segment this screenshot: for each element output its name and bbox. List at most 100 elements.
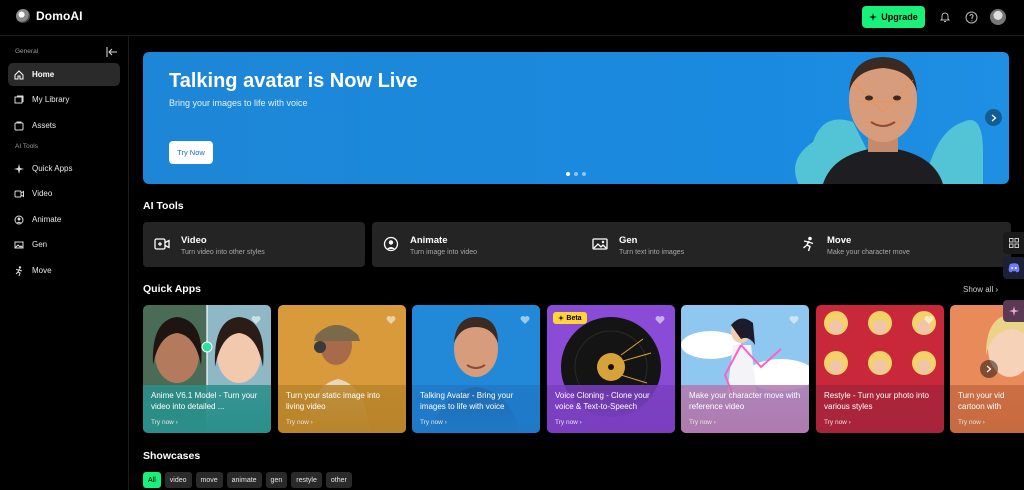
try-now-link[interactable]: Try now › [958, 419, 985, 426]
quick-apps-heading: Quick Apps [143, 283, 201, 295]
quick-app-card-anime[interactable]: Anime V6.1 Model - Turn your video into … [143, 305, 271, 433]
sidebar-item-label: Quick Apps [32, 164, 73, 173]
show-all-label: Show all [963, 285, 994, 294]
card-title: Turn your vid cartoon with [958, 391, 1005, 411]
card-title: Talking Avatar - Bring your images to li… [420, 391, 514, 411]
sidebar-item-gen[interactable]: Gen [8, 233, 120, 256]
favorite-icon[interactable] [520, 315, 530, 325]
chevron-right-icon [986, 365, 992, 373]
try-now-link[interactable]: Try now › [286, 419, 313, 426]
filter-chip-gen[interactable]: gen [265, 472, 288, 488]
domoai-logo-icon [16, 9, 30, 23]
sidebar-item-label: My Library [32, 95, 70, 104]
tool-title: Move [827, 235, 852, 246]
ai-tools-heading: AI Tools [143, 200, 184, 212]
try-now-link[interactable]: Try now › [151, 419, 178, 426]
try-now-link[interactable]: Try now › [689, 419, 716, 426]
sidebar-item-quick-apps[interactable]: Quick Apps [8, 157, 120, 180]
quick-app-card-move-character[interactable]: Make your character move with reference … [681, 305, 809, 433]
video-icon [154, 238, 170, 250]
magic-icon [1008, 306, 1019, 316]
tool-subtitle: Turn video into other styles [181, 249, 265, 256]
sidebar-item-move[interactable]: Move [8, 259, 120, 282]
user-avatar[interactable] [990, 9, 1006, 25]
try-now-button[interactable]: Try Now [169, 141, 213, 164]
favorite-icon[interactable] [386, 315, 396, 325]
banner-pagination [566, 172, 586, 176]
filter-chip-all[interactable]: All [143, 472, 161, 488]
beta-label: Beta [566, 314, 582, 322]
video-icon [14, 190, 24, 197]
quick-app-card-image-to-video[interactable]: Turn your static image into living video… [278, 305, 406, 433]
favorite-icon[interactable] [924, 315, 934, 325]
try-now-link[interactable]: Try now › [555, 419, 582, 426]
quick-apps-next-button[interactable] [980, 360, 998, 378]
tool-card-gen[interactable]: Gen Turn text into images [581, 222, 803, 267]
tool-card-move[interactable]: Move Make your character move [789, 222, 1011, 267]
card-footer: Restyle - Turn your photo into various s… [816, 385, 944, 433]
filter-chip-move[interactable]: move [195, 472, 223, 488]
apps-grid-button[interactable] [1003, 232, 1024, 254]
sidebar-item-label: Animate [32, 215, 62, 224]
try-now-label: Try now [555, 419, 578, 426]
tool-subtitle: Turn image into video [410, 249, 478, 256]
pagination-dot[interactable] [582, 172, 586, 176]
sidebar-item-label: Gen [32, 240, 48, 249]
tool-title: Gen [619, 235, 638, 246]
animate-icon [14, 215, 24, 224]
sidebar-item-label: Move [32, 266, 52, 275]
tool-card-video[interactable]: Video Turn video into other styles [143, 222, 365, 267]
general-section-label: General [15, 48, 39, 55]
sidebar-item-video[interactable]: Video [8, 182, 120, 205]
card-footer: Anime V6.1 Model - Turn your video into … [143, 385, 271, 433]
try-now-label: Try now [286, 419, 309, 426]
filter-chip-animate[interactable]: animate [226, 472, 262, 488]
sidebar-item-my-library[interactable]: My Library [8, 88, 120, 111]
image-icon [14, 241, 24, 248]
quick-app-card-voice-cloning[interactable]: Voice Cloning - Clone your voice & Text-… [547, 305, 675, 433]
collapse-sidebar-icon[interactable] [106, 47, 118, 57]
banner-title: Talking avatar is Now Live [169, 70, 418, 92]
favorite-icon[interactable] [789, 315, 799, 325]
logo[interactable]: DomoAI [16, 9, 83, 23]
card-footer: Turn your vid cartoon with Try now › [950, 385, 1024, 433]
pagination-dot[interactable] [574, 172, 578, 176]
feature-button[interactable] [1003, 300, 1024, 322]
try-now-label: Try now [958, 419, 981, 426]
try-now-link[interactable]: Try now › [824, 419, 851, 426]
discord-button[interactable] [1003, 257, 1024, 279]
library-icon [14, 95, 24, 103]
chevron-right-icon [991, 114, 996, 121]
card-footer: Turn your static image into living video… [278, 385, 406, 433]
card-footer: Voice Cloning - Clone your voice & Text-… [547, 385, 675, 433]
sidebar-item-assets[interactable]: Assets [8, 114, 120, 137]
sidebar-item-home[interactable]: Home [8, 63, 120, 86]
bell-icon[interactable] [938, 10, 952, 24]
filter-chip-other[interactable]: other [325, 472, 352, 488]
show-all-link[interactable]: Show all › [963, 285, 998, 294]
talking-avatar-portrait [823, 57, 943, 184]
home-icon [14, 69, 24, 79]
try-now-link[interactable]: Try now › [420, 419, 447, 426]
help-icon[interactable] [964, 10, 978, 24]
upgrade-button[interactable]: Upgrade [862, 6, 925, 28]
favorite-icon[interactable] [251, 315, 261, 325]
pagination-dot[interactable] [566, 172, 570, 176]
upgrade-label: Upgrade [881, 12, 918, 22]
hero-banner[interactable]: Talking avatar is Now Live Bring your im… [143, 52, 1009, 184]
quick-app-card-restyle[interactable]: Restyle - Turn your photo into various s… [816, 305, 944, 433]
sidebar-item-animate[interactable]: Animate [8, 208, 120, 231]
card-footer: Make your character move with reference … [681, 385, 809, 433]
filter-chip-restyle[interactable]: restyle [291, 472, 322, 488]
showcase-filter-chips: All video move animate gen restyle other [143, 472, 352, 488]
filter-chip-video[interactable]: video [164, 472, 192, 488]
tool-subtitle: Turn text into images [619, 249, 685, 256]
tool-card-animate[interactable]: Animate Turn image into video [372, 222, 594, 267]
favorite-icon[interactable] [655, 315, 665, 325]
quick-app-card-talking-avatar[interactable]: Talking Avatar - Bring your images to li… [412, 305, 540, 433]
card-title: Make your character move with reference … [689, 391, 801, 411]
try-now-label: Try now [689, 419, 712, 426]
banner-next-button[interactable] [985, 109, 1002, 126]
tool-title: Animate [410, 235, 448, 246]
chevron-right-icon: › [995, 285, 999, 294]
